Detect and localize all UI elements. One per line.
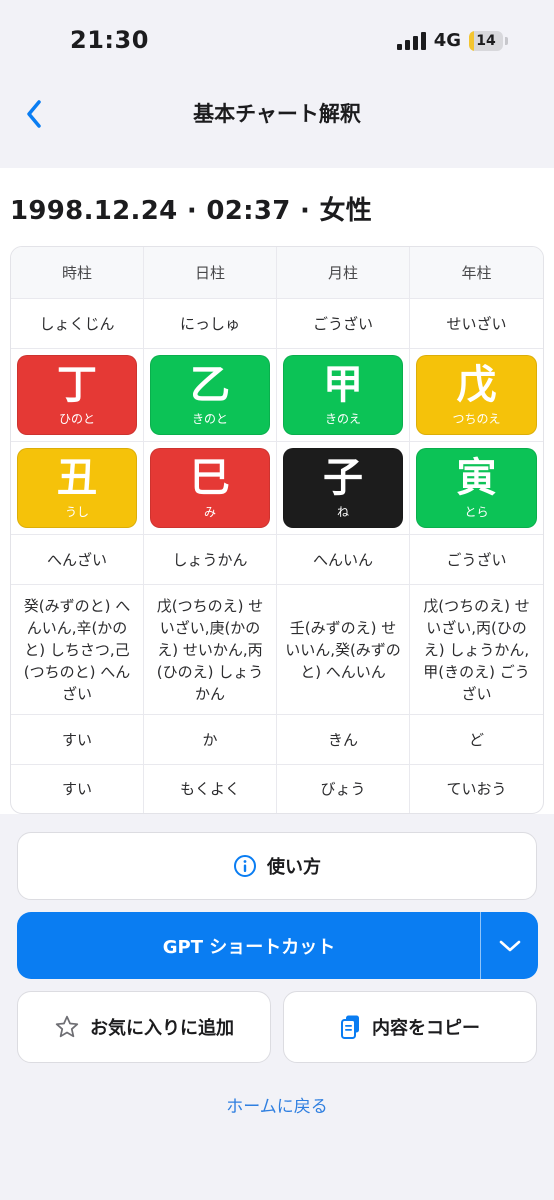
stem-star-cell: ごうざい: [277, 299, 410, 348]
earthly-branch-row: 丑うし 巳み 子ね 寅とら: [11, 442, 543, 535]
branch-badge: 巳み: [150, 448, 270, 528]
branch-badge: 子ね: [283, 448, 403, 528]
copy-content-button[interactable]: 内容をコピー: [283, 991, 537, 1063]
branch-reading: とら: [464, 505, 489, 519]
branch-reading: うし: [64, 505, 89, 519]
stem-char: 戊: [456, 362, 497, 408]
element-cell: すい: [11, 715, 144, 764]
signal-icon: [396, 31, 426, 50]
branch-reading: み: [203, 505, 216, 519]
branch-char: 子: [323, 455, 363, 501]
stem-star-row: しょくじん にっしゅ ごうざい せいざい: [11, 299, 543, 349]
pillar-header: 時柱: [11, 247, 144, 298]
branch-star-cell: しょうかん: [144, 535, 277, 584]
stem-star-cell: にっしゅ: [144, 299, 277, 348]
branch-char: 巳: [190, 455, 230, 501]
hidden-stems-cell: 戊(つちのえ) せいざい,丙(ひのえ) しょうかん,甲(きのえ) ごうざい: [423, 596, 530, 703]
stem-char: 乙: [190, 362, 230, 408]
stem-reading: きのえ: [324, 412, 361, 426]
pillar-header: 月柱: [277, 247, 410, 298]
branch-char: 寅: [456, 455, 497, 501]
life-cycle-cell: すい: [11, 765, 144, 813]
stem-star-cell: しょくじん: [11, 299, 144, 348]
hidden-stems-cell: 壬(みずのえ) せいいん,癸(みずのと) へんいん: [277, 585, 410, 714]
chart-content: 1998.12.24 · 02:37 · 女性 時柱 日柱 月柱 年柱 しょくじ…: [0, 168, 554, 814]
stem-char: 甲: [323, 362, 363, 408]
page-title: 基本チャート解釈: [193, 102, 361, 126]
star-outline-icon: [55, 1015, 79, 1038]
branch-star-row: へんざい しょうかん へんいん ごうざい: [11, 535, 543, 585]
chevron-down-icon: [499, 940, 520, 951]
pillar-header: 日柱: [144, 247, 277, 298]
birth-info-headline: 1998.12.24 · 02:37 · 女性: [10, 196, 373, 226]
add-favorite-label: お気に入りに追加: [90, 1018, 234, 1039]
copy-content-label: 内容をコピー: [372, 1018, 480, 1039]
hidden-stems-cell: 戊(つちのえ) せいざい,庚(かのえ) せいかん,丙(ひのえ) しょうかん: [144, 585, 277, 714]
pillar-header-row: 時柱 日柱 月柱 年柱: [11, 247, 543, 299]
network-type: 4G: [433, 30, 461, 51]
branch-badge: 丑うし: [17, 448, 137, 528]
gpt-shortcut-dropdown-button[interactable]: [480, 912, 538, 979]
branch-char: 丑: [57, 455, 97, 501]
hidden-stems-cell: 癸(みずのと) へんいん,辛(かのと) しちさつ,己(つちのと) へんざい: [11, 585, 144, 714]
life-cycle-row: すい もくよく びょう ていおう: [11, 765, 543, 813]
stem-reading: きのと: [191, 412, 228, 426]
back-to-home-link[interactable]: ホームに戻る: [0, 1092, 554, 1117]
stem-char: 丁: [57, 362, 97, 408]
branch-star-cell: ごうざい: [446, 550, 507, 569]
branch-star-cell: へんざい: [11, 535, 144, 584]
four-pillars-chart: 時柱 日柱 月柱 年柱 しょくじん にっしゅ ごうざい せいざい 丁ひのと 乙き…: [10, 246, 544, 814]
element-cell: か: [144, 715, 277, 764]
pillar-header: 年柱: [410, 247, 543, 298]
battery-level: 14: [476, 32, 496, 49]
stem-badge: 戊つちのえ: [416, 355, 537, 435]
life-cycle-cell: ていおう: [446, 780, 507, 798]
stem-reading: ひのと: [58, 412, 95, 426]
heavenly-stem-row: 丁ひのと 乙きのと 甲きのえ 戊つちのえ: [11, 349, 543, 442]
navigation-bar: 基本チャート解釈: [0, 80, 554, 146]
branch-badge: 寅とら: [416, 448, 537, 528]
stem-badge: 丁ひのと: [17, 355, 137, 435]
life-cycle-cell: びょう: [277, 765, 410, 813]
gpt-shortcut-button[interactable]: GPT ショートカット: [17, 912, 481, 979]
element-row: すい か きん ど: [11, 715, 543, 765]
add-favorite-button[interactable]: お気に入りに追加: [17, 991, 271, 1063]
stem-badge: 甲きのえ: [283, 355, 403, 435]
stem-star-cell: せいざい: [446, 314, 507, 333]
element-cell: きん: [277, 715, 410, 764]
how-to-use-label: 使い方: [267, 857, 321, 878]
branch-reading: ね: [336, 505, 349, 519]
gpt-shortcut-label: GPT ショートカット: [162, 936, 336, 958]
element-cell: ど: [468, 730, 484, 749]
status-bar: 21:30 4G 14: [0, 0, 554, 80]
stem-badge: 乙きのと: [150, 355, 270, 435]
status-indicators: 4G 14: [396, 30, 508, 51]
branch-star-cell: へんいん: [277, 535, 410, 584]
battery-icon: 14: [469, 30, 508, 51]
info-circle-icon: [234, 855, 256, 877]
life-cycle-cell: もくよく: [144, 765, 277, 813]
stem-reading: つちのえ: [452, 412, 501, 426]
how-to-use-button[interactable]: 使い方: [17, 832, 537, 900]
hidden-stems-row: 癸(みずのと) へんいん,辛(かのと) しちさつ,己(つちのと) へんざい 戊(…: [11, 585, 543, 715]
status-time: 21:30: [70, 26, 149, 54]
clipboard-icon: [341, 1015, 359, 1039]
